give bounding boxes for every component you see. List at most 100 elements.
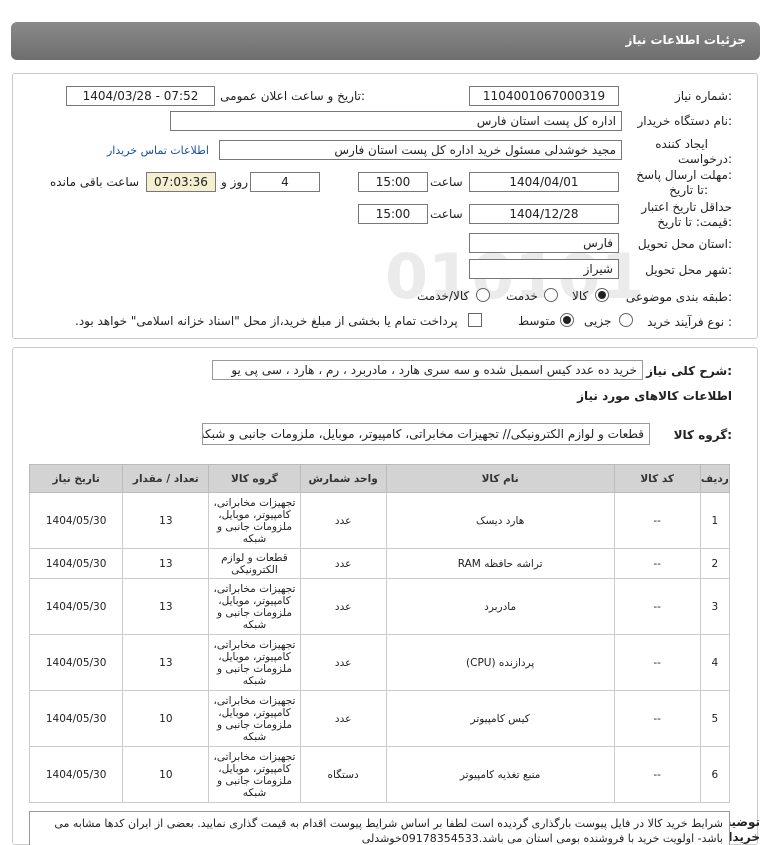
cell-date: 1404/05/30 <box>28 578 124 635</box>
cell-date: 1404/05/30 <box>28 492 124 549</box>
cell-group: تجهیزات مخابراتی، کامپیوتر، موبایل، ملزو… <box>208 578 301 635</box>
cell-code: -- <box>613 492 701 549</box>
table-row[interactable]: 3 -- مادربرد عدد تجهیزات مخابراتی، کامپی… <box>28 578 731 635</box>
col-code-header: کد کالا <box>613 464 701 493</box>
cell-unit: عدد <box>299 548 387 579</box>
cell-group: تجهیزات مخابراتی، کامپیوتر، موبایل، ملزو… <box>208 634 301 691</box>
cell-row: 2 <box>699 548 731 579</box>
validity-time-label: ساعت <box>430 207 463 221</box>
time-remaining-field: 07:03:36 <box>146 172 216 192</box>
deadline-time-field: 15:00 <box>358 172 428 192</box>
treasury-note: پرداخت تمام یا بخشی از مبلغ خرید،از محل … <box>75 314 458 328</box>
validity-label-1: حداقل تاریخ اعتبار <box>641 200 732 214</box>
cell-qty: 13 <box>122 578 210 635</box>
process-minor-label: جزیی <box>584 314 612 328</box>
deadline-label-1: مهلت ارسال پاسخ: <box>636 168 732 182</box>
col-group-header: گروه کالا <box>208 464 301 493</box>
cell-name: منبع تغذیه کامپیوتر <box>385 746 615 803</box>
category-service-label: خدمت <box>506 289 538 303</box>
cell-date: 1404/05/30 <box>28 690 124 747</box>
cell-name: مادربرد <box>385 578 615 635</box>
cell-row: 4 <box>699 634 731 691</box>
cell-group: تجهیزات مخابراتی، کامپیوتر، موبایل، ملزو… <box>208 492 301 549</box>
contact-info-link[interactable]: اطلاعات تماس خریدار <box>107 144 209 157</box>
table-header-row: ردیف کد کالا نام کالا واحد شمارش گروه کا… <box>28 464 731 493</box>
time-remaining-label: ساعت باقی مانده <box>50 175 140 189</box>
creator-label-2: درخواست: <box>678 152 732 166</box>
process-medium-radio[interactable] <box>560 313 574 327</box>
cell-name: هارد دیسک <box>385 492 615 549</box>
summary-label: شرح کلی نیاز: <box>646 364 732 378</box>
col-row-header: ردیف <box>699 464 731 493</box>
table-row[interactable]: 6 -- منبع تغذیه کامپیوتر دستگاه تجهیزات … <box>28 746 731 803</box>
cell-unit: دستگاه <box>299 746 387 803</box>
validity-time-field: 15:00 <box>358 204 428 224</box>
province-label: استان محل تحویل: <box>637 237 732 251</box>
cell-qty: 13 <box>122 634 210 691</box>
need-number-field: 1104001067000319 <box>469 86 619 106</box>
cell-unit: عدد <box>299 690 387 747</box>
cell-group: تجهیزات مخابراتی، کامپیوتر، موبایل، ملزو… <box>208 746 301 803</box>
category-goods-radio[interactable] <box>595 288 609 302</box>
need-number-label: شماره نیاز: <box>674 89 732 103</box>
cell-code: -- <box>613 634 701 691</box>
cell-qty: 10 <box>122 746 210 803</box>
cell-date: 1404/05/30 <box>28 634 124 691</box>
cell-row: 5 <box>699 690 731 747</box>
cell-code: -- <box>613 746 701 803</box>
goods-group-label: گروه کالا: <box>673 428 732 442</box>
deadline-time-label: ساعت <box>430 175 463 189</box>
buyer-notes-field: شرایط خرید کالا در فایل پیوست بارگذاری گ… <box>29 811 730 845</box>
cell-code: -- <box>613 690 701 747</box>
days-label: روز و <box>221 175 248 189</box>
cell-name: تراشه حافظه RAM <box>385 548 615 579</box>
table-row[interactable]: 1 -- هارد دیسک عدد تجهیزات مخابراتی، کام… <box>28 492 731 549</box>
cell-date: 1404/05/30 <box>28 548 124 579</box>
category-goods-service-label: کالا/خدمت <box>417 289 470 303</box>
table-row[interactable]: 5 -- کیس کامپیوتر عدد تجهیزات مخابراتی، … <box>28 690 731 747</box>
deadline-date-field: 1404/04/01 <box>469 172 619 192</box>
cell-unit: عدد <box>299 634 387 691</box>
category-goods-label: کالا <box>572 289 589 303</box>
buyer-org-field: اداره کل پست استان فارس <box>170 111 622 131</box>
buyer-org-label: نام دستگاه خریدار: <box>637 114 733 128</box>
days-remaining-field: 4 <box>250 172 320 192</box>
table-row[interactable]: 2 -- تراشه حافظه RAM عدد قطعات و لوازم ا… <box>28 548 731 579</box>
goods-group-field: قطعات و لوازم الکترونیکی// تجهیزات مخابر… <box>202 423 650 445</box>
deadline-label-2: تا تاریخ: <box>669 183 708 197</box>
announce-field: 1404/03/28 - 07:52 <box>66 86 215 106</box>
validity-date-field: 1404/12/28 <box>469 204 619 224</box>
city-label: شهر محل تحویل: <box>645 263 732 277</box>
treasury-checkbox[interactable] <box>468 313 482 327</box>
table-row[interactable]: 4 -- پردازنده (CPU) عدد تجهیزات مخابراتی… <box>28 634 731 691</box>
process-minor-radio[interactable] <box>619 313 633 327</box>
page-title: جزئیات اطلاعات نیاز <box>625 33 746 47</box>
announce-label: تاریخ و ساعت اعلان عمومی: <box>220 89 365 103</box>
goods-section-title: اطلاعات کالاهای مورد نیاز <box>577 389 732 403</box>
validity-label-2: قیمت: تا تاریخ: <box>657 215 732 229</box>
cell-unit: عدد <box>299 492 387 549</box>
category-service-radio[interactable] <box>544 288 558 302</box>
cell-row: 3 <box>699 578 731 635</box>
creator-field: مجید خوشدلی مسئول خرید اداره کل پست استا… <box>219 140 622 160</box>
category-goods-service-radio[interactable] <box>476 288 490 302</box>
cell-unit: عدد <box>299 578 387 635</box>
cell-name: کیس کامپیوتر <box>385 690 615 747</box>
cell-code: -- <box>613 548 701 579</box>
cell-row: 1 <box>699 492 731 549</box>
city-field: شیراز <box>469 259 619 279</box>
process-label: نوع فرآیند خرید : <box>647 315 732 329</box>
cell-row: 6 <box>699 746 731 803</box>
cell-qty: 13 <box>122 492 210 549</box>
cell-code: -- <box>613 578 701 635</box>
cell-date: 1404/05/30 <box>28 746 124 803</box>
category-label: طبقه بندی موضوعی: <box>625 290 732 304</box>
col-date-header: تاریخ نیاز <box>28 464 124 493</box>
col-name-header: نام کالا <box>385 464 615 493</box>
page-header: جزئیات اطلاعات نیاز <box>11 22 760 60</box>
col-unit-header: واحد شمارش <box>299 464 387 493</box>
process-medium-label: متوسط <box>518 314 556 328</box>
col-qty-header: تعداد / مقدار <box>122 464 210 493</box>
cell-name: پردازنده (CPU) <box>385 634 615 691</box>
cell-group: تجهیزات مخابراتی، کامپیوتر، موبایل، ملزو… <box>208 690 301 747</box>
